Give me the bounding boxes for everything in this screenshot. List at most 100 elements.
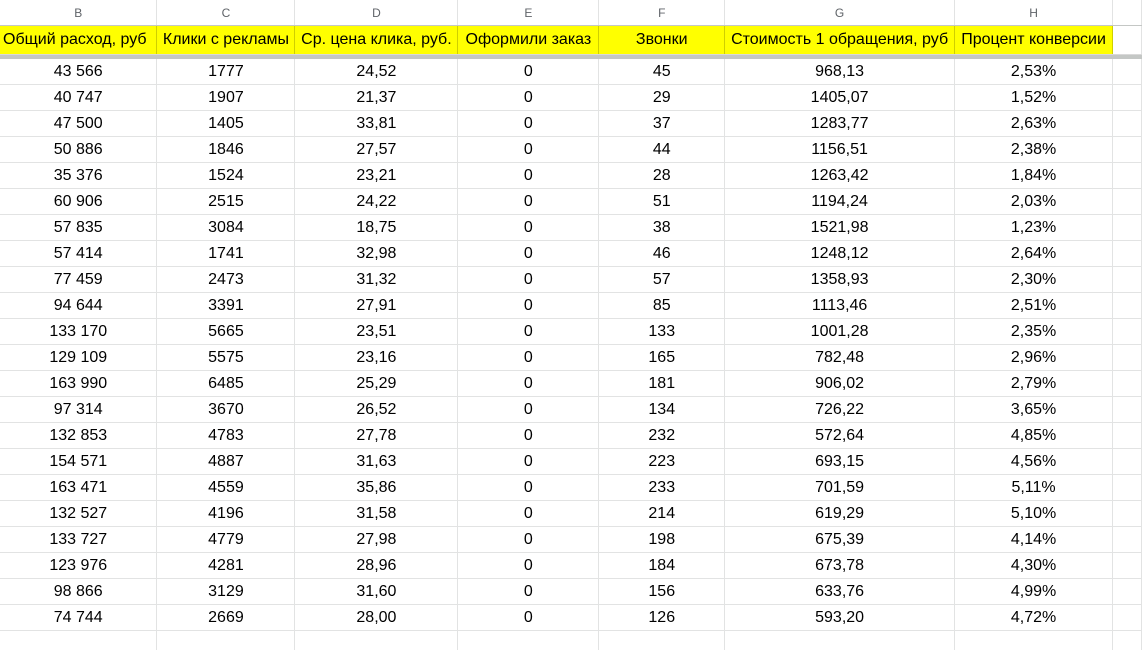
data-cell[interactable]: 233 bbox=[598, 474, 726, 501]
data-cell[interactable]: 24,52 bbox=[294, 59, 459, 85]
data-cell[interactable]: 74 744 bbox=[0, 604, 158, 631]
data-cell[interactable]: 0 bbox=[457, 110, 600, 137]
data-cell[interactable]: 77 459 bbox=[0, 266, 158, 293]
data-cell[interactable]: 5,11% bbox=[954, 474, 1114, 501]
column-letter-b[interactable]: B bbox=[0, 0, 158, 26]
data-cell[interactable]: 24,22 bbox=[294, 188, 459, 215]
data-cell[interactable]: 27,57 bbox=[294, 136, 459, 163]
data-cell[interactable]: 1194,24 bbox=[724, 188, 956, 215]
header-cell[interactable]: Общий расход, руб bbox=[0, 25, 158, 55]
data-cell[interactable]: 57 835 bbox=[0, 214, 158, 241]
data-cell[interactable]: 0 bbox=[457, 292, 600, 319]
data-cell[interactable]: 675,39 bbox=[724, 526, 956, 553]
data-cell[interactable]: 26,52 bbox=[294, 396, 459, 423]
data-cell[interactable]: 1248,12 bbox=[724, 240, 956, 267]
data-cell[interactable]: 18,75 bbox=[294, 214, 459, 241]
data-cell[interactable]: 4559 bbox=[156, 474, 296, 501]
data-cell[interactable]: 214 bbox=[598, 500, 726, 527]
empty-cell[interactable] bbox=[1112, 500, 1142, 527]
empty-cell[interactable] bbox=[598, 630, 726, 650]
data-cell[interactable]: 673,78 bbox=[724, 552, 956, 579]
data-cell[interactable]: 701,59 bbox=[724, 474, 956, 501]
data-cell[interactable]: 3129 bbox=[156, 578, 296, 605]
column-letter-e[interactable]: E bbox=[457, 0, 600, 26]
data-cell[interactable]: 0 bbox=[457, 214, 600, 241]
empty-cell[interactable] bbox=[0, 630, 158, 650]
empty-cell[interactable] bbox=[1112, 25, 1142, 55]
data-cell[interactable]: 32,98 bbox=[294, 240, 459, 267]
data-cell[interactable]: 94 644 bbox=[0, 292, 158, 319]
data-cell[interactable]: 4779 bbox=[156, 526, 296, 553]
data-cell[interactable]: 97 314 bbox=[0, 396, 158, 423]
data-cell[interactable]: 693,15 bbox=[724, 448, 956, 475]
data-cell[interactable]: 132 527 bbox=[0, 500, 158, 527]
column-letter-f[interactable]: F bbox=[598, 0, 726, 26]
data-cell[interactable]: 1358,93 bbox=[724, 266, 956, 293]
data-cell[interactable]: 0 bbox=[457, 84, 600, 111]
empty-cell[interactable] bbox=[1112, 188, 1142, 215]
data-cell[interactable]: 3670 bbox=[156, 396, 296, 423]
empty-cell[interactable] bbox=[1112, 604, 1142, 631]
empty-cell[interactable] bbox=[1112, 422, 1142, 449]
data-cell[interactable]: 782,48 bbox=[724, 344, 956, 371]
data-cell[interactable]: 0 bbox=[457, 500, 600, 527]
data-cell[interactable]: 0 bbox=[457, 266, 600, 293]
data-cell[interactable]: 0 bbox=[457, 188, 600, 215]
data-cell[interactable]: 3084 bbox=[156, 214, 296, 241]
data-cell[interactable]: 23,21 bbox=[294, 162, 459, 189]
column-letter-g[interactable]: G bbox=[724, 0, 956, 26]
data-cell[interactable]: 35,86 bbox=[294, 474, 459, 501]
data-cell[interactable]: 223 bbox=[598, 448, 726, 475]
data-cell[interactable]: 2669 bbox=[156, 604, 296, 631]
data-cell[interactable]: 35 376 bbox=[0, 162, 158, 189]
empty-cell[interactable] bbox=[1112, 344, 1142, 371]
data-cell[interactable]: 2,03% bbox=[954, 188, 1114, 215]
data-cell[interactable]: 126 bbox=[598, 604, 726, 631]
data-cell[interactable]: 45 bbox=[598, 59, 726, 85]
data-cell[interactable]: 1,84% bbox=[954, 162, 1114, 189]
data-cell[interactable]: 1,23% bbox=[954, 214, 1114, 241]
data-cell[interactable]: 165 bbox=[598, 344, 726, 371]
data-cell[interactable]: 1156,51 bbox=[724, 136, 956, 163]
empty-cell[interactable] bbox=[457, 630, 600, 650]
data-cell[interactable]: 21,37 bbox=[294, 84, 459, 111]
empty-cell[interactable] bbox=[1112, 630, 1142, 650]
empty-cell[interactable] bbox=[1112, 110, 1142, 137]
data-cell[interactable]: 33,81 bbox=[294, 110, 459, 137]
empty-cell[interactable] bbox=[1112, 240, 1142, 267]
column-letter-blank[interactable] bbox=[1112, 0, 1142, 26]
data-cell[interactable]: 2,96% bbox=[954, 344, 1114, 371]
data-cell[interactable]: 40 747 bbox=[0, 84, 158, 111]
data-cell[interactable]: 50 886 bbox=[0, 136, 158, 163]
empty-cell[interactable] bbox=[1112, 370, 1142, 397]
data-cell[interactable]: 0 bbox=[457, 396, 600, 423]
empty-cell[interactable] bbox=[1112, 266, 1142, 293]
data-cell[interactable]: 3391 bbox=[156, 292, 296, 319]
column-letter-c[interactable]: C bbox=[156, 0, 296, 26]
data-cell[interactable]: 184 bbox=[598, 552, 726, 579]
empty-cell[interactable] bbox=[1112, 292, 1142, 319]
data-cell[interactable]: 28,96 bbox=[294, 552, 459, 579]
data-cell[interactable]: 2,53% bbox=[954, 59, 1114, 85]
data-cell[interactable]: 132 853 bbox=[0, 422, 158, 449]
data-cell[interactable]: 0 bbox=[457, 344, 600, 371]
data-cell[interactable]: 123 976 bbox=[0, 552, 158, 579]
empty-cell[interactable] bbox=[1112, 318, 1142, 345]
header-cell[interactable]: Клики с рекламы bbox=[156, 25, 296, 55]
data-cell[interactable]: 4,30% bbox=[954, 552, 1114, 579]
data-cell[interactable]: 0 bbox=[457, 240, 600, 267]
data-cell[interactable]: 0 bbox=[457, 474, 600, 501]
empty-cell[interactable] bbox=[1112, 474, 1142, 501]
data-cell[interactable]: 31,32 bbox=[294, 266, 459, 293]
data-cell[interactable]: 4,72% bbox=[954, 604, 1114, 631]
data-cell[interactable]: 4783 bbox=[156, 422, 296, 449]
data-cell[interactable]: 1846 bbox=[156, 136, 296, 163]
data-cell[interactable]: 28 bbox=[598, 162, 726, 189]
data-cell[interactable]: 57 414 bbox=[0, 240, 158, 267]
data-cell[interactable]: 133 bbox=[598, 318, 726, 345]
data-cell[interactable]: 46 bbox=[598, 240, 726, 267]
data-cell[interactable]: 0 bbox=[457, 162, 600, 189]
data-cell[interactable]: 1405,07 bbox=[724, 84, 956, 111]
empty-cell[interactable] bbox=[156, 630, 296, 650]
data-cell[interactable]: 25,29 bbox=[294, 370, 459, 397]
